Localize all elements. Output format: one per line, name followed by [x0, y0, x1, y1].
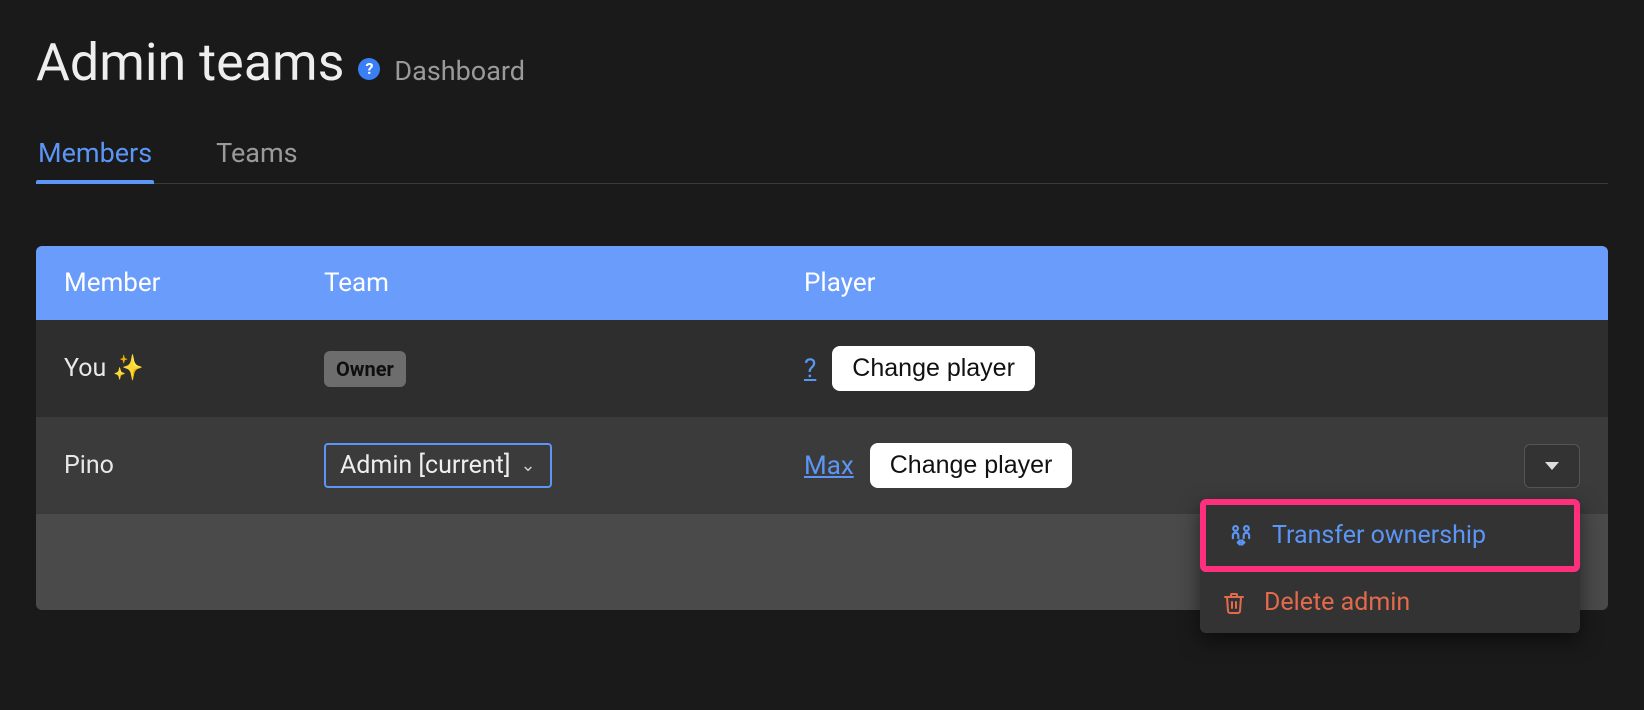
chevron-down-icon: ⌄ — [521, 455, 536, 476]
owner-badge: Owner — [324, 351, 406, 387]
member-name: You ✨ — [64, 354, 324, 383]
col-player: Player — [804, 268, 1460, 298]
col-member: Member — [64, 268, 324, 298]
player-link[interactable]: Max — [804, 451, 854, 481]
table-header: Member Team Player — [36, 246, 1608, 320]
transfer-ownership-label: Transfer ownership — [1272, 521, 1486, 550]
table-row: You ✨ Owner ? Change player — [36, 320, 1608, 417]
transfer-ownership-item[interactable]: Transfer ownership — [1200, 499, 1580, 572]
tabs: Members Teams — [36, 131, 1608, 184]
caret-down-icon — [1545, 462, 1559, 470]
page-title: Admin teams — [36, 32, 344, 93]
transfer-icon — [1228, 523, 1254, 549]
table-row: Pino Admin [current] ⌄ Max Change player — [36, 417, 1608, 514]
row-actions-dropdown: Transfer ownership Delete admin — [1200, 499, 1580, 633]
members-table: Member Team Player You ✨ Owner ? Change … — [36, 246, 1608, 610]
member-name: Pino — [64, 451, 324, 480]
help-icon[interactable]: ? — [358, 58, 380, 80]
tab-members[interactable]: Members — [36, 131, 154, 183]
player-link[interactable]: ? — [804, 354, 816, 384]
change-player-button[interactable]: Change player — [870, 443, 1073, 488]
breadcrumb[interactable]: Dashboard — [394, 55, 525, 87]
trash-icon — [1222, 591, 1246, 615]
change-player-button[interactable]: Change player — [832, 346, 1035, 391]
delete-admin-label: Delete admin — [1264, 588, 1410, 617]
title-row: Admin teams ? Dashboard — [36, 32, 1608, 93]
team-select-value: Admin [current] — [340, 451, 511, 480]
row-actions-toggle[interactable] — [1524, 444, 1580, 488]
delete-admin-item[interactable]: Delete admin — [1200, 572, 1580, 633]
team-select[interactable]: Admin [current] ⌄ — [324, 443, 552, 488]
tab-teams[interactable]: Teams — [214, 131, 299, 183]
col-team: Team — [324, 268, 804, 298]
